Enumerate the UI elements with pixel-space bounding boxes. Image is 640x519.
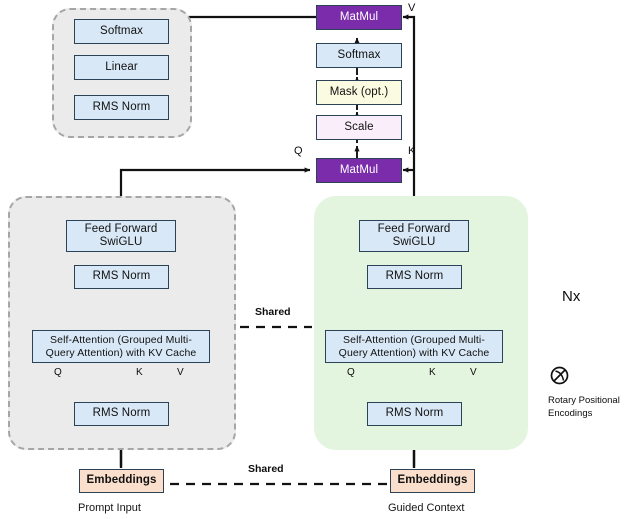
repeat-count-label: Nx	[562, 288, 581, 305]
left-self-attention-label: Self-Attention (Grouped Multi-Query Atte…	[45, 334, 197, 359]
attention-scale-label: Scale	[344, 120, 374, 133]
right-rms-norm-ff-label: RMS Norm	[385, 270, 444, 283]
attention-matmul-bottom-block[interactable]: MatMul	[316, 158, 402, 183]
left-feed-forward-block[interactable]: Feed Forward SwiGLU	[66, 220, 176, 252]
head-linear-label: Linear	[105, 60, 138, 73]
rope-legend-line1: Rotary Positional	[548, 395, 620, 406]
right-rms-norm-attn-label: RMS Norm	[385, 407, 444, 420]
head-rms-norm-label: RMS Norm	[92, 100, 151, 113]
right-v-label: V	[470, 367, 477, 378]
head-softmax-block[interactable]: Softmax	[74, 19, 169, 44]
matmul-top-label: MatMul	[339, 10, 379, 23]
head-softmax-label: Softmax	[100, 24, 143, 37]
attention-softmax-block[interactable]: Softmax	[316, 43, 402, 68]
right-feed-forward-label: Feed Forward SwiGLU	[377, 222, 451, 248]
left-q-label: Q	[54, 367, 62, 378]
right-k-label: K	[429, 367, 436, 378]
core-q-label: Q	[294, 145, 303, 157]
head-linear-block[interactable]: Linear	[74, 55, 169, 80]
right-embeddings-label: Embeddings	[397, 474, 468, 487]
matmul-bottom-label: MatMul	[339, 163, 379, 176]
shared-blocks-label: Shared	[255, 306, 291, 318]
core-k-label: K	[408, 145, 416, 157]
left-embeddings-label: Embeddings	[86, 474, 157, 487]
left-embeddings-block[interactable]: Embeddings	[79, 469, 164, 493]
left-feed-forward-label: Feed Forward SwiGLU	[84, 222, 158, 248]
diagram-canvas: Softmax Linear RMS Norm MatMul Softmax M…	[0, 0, 640, 519]
head-rms-norm-block[interactable]: RMS Norm	[74, 95, 169, 120]
right-rms-norm-ff-block[interactable]: RMS Norm	[367, 265, 462, 289]
left-v-label: V	[177, 367, 184, 378]
shared-embeddings-label: Shared	[248, 463, 284, 475]
attention-matmul-top-block[interactable]: MatMul	[316, 5, 402, 30]
left-rms-norm-attn-block[interactable]: RMS Norm	[74, 402, 169, 426]
left-rms-norm-ff-block[interactable]: RMS Norm	[74, 265, 169, 289]
attention-mask-block[interactable]: Mask (opt.)	[316, 80, 402, 105]
rope-legend-line2: Encodings	[548, 408, 593, 419]
right-embeddings-block[interactable]: Embeddings	[390, 469, 475, 493]
right-rms-norm-attn-block[interactable]: RMS Norm	[367, 402, 462, 426]
left-rms-norm-attn-label: RMS Norm	[92, 407, 151, 420]
attention-mask-label: Mask (opt.)	[329, 85, 389, 98]
attention-scale-block[interactable]: Scale	[316, 115, 402, 140]
right-feed-forward-block[interactable]: Feed Forward SwiGLU	[359, 220, 469, 252]
attention-softmax-label: Softmax	[337, 48, 381, 61]
right-self-attention-block[interactable]: Self-Attention (Grouped Multi-Query Atte…	[325, 330, 503, 363]
left-k-label: K	[136, 367, 143, 378]
right-self-attention-label: Self-Attention (Grouped Multi-Query Atte…	[338, 334, 490, 359]
left-stream-caption: Prompt Input	[78, 502, 141, 514]
left-rms-norm-ff-label: RMS Norm	[92, 270, 151, 283]
right-q-label: Q	[347, 367, 355, 378]
left-self-attention-block[interactable]: Self-Attention (Grouped Multi-Query Atte…	[32, 330, 210, 363]
right-stream-caption: Guided Context	[388, 502, 465, 514]
core-v-label: V	[408, 2, 416, 14]
